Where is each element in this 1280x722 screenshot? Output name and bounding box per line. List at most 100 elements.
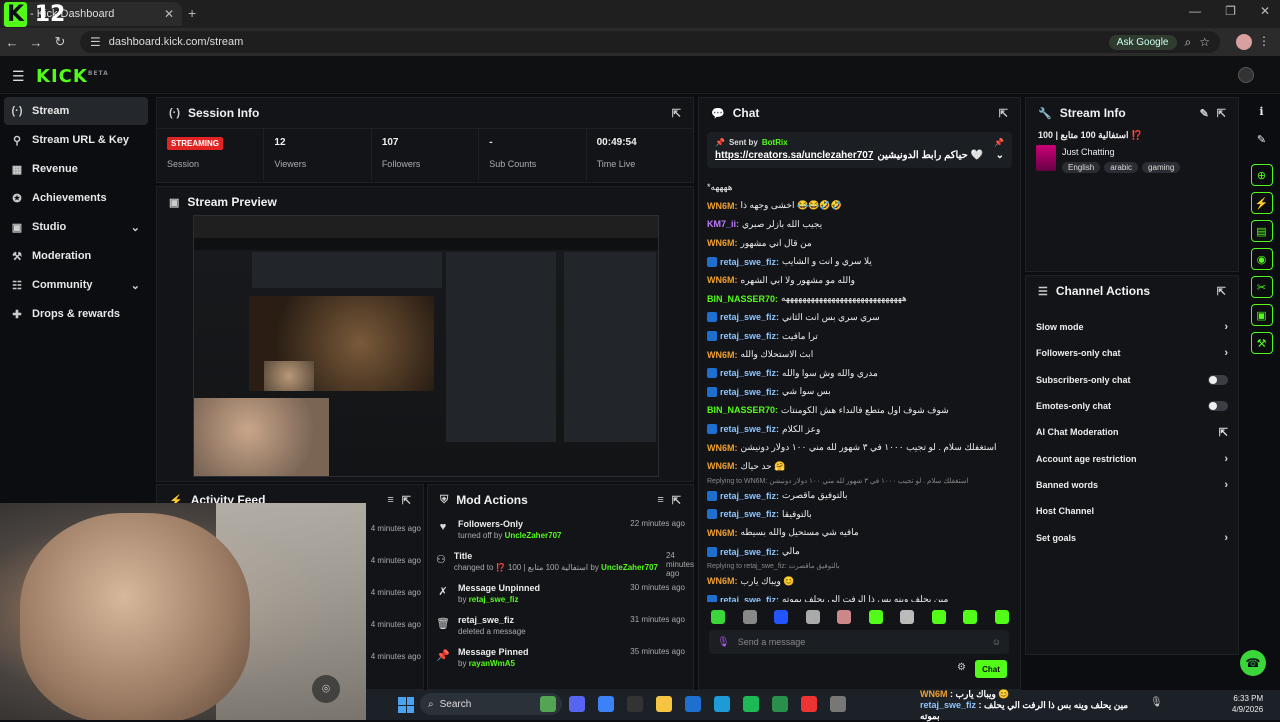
username-link[interactable]: UncleZaher707 (505, 531, 562, 540)
emote-icon[interactable] (931, 610, 946, 624)
sidebar-item-drops-rewards[interactable]: ✚ Drops & rewards (4, 300, 148, 328)
chevron-down-icon[interactable]: ⌄ (131, 279, 140, 292)
new-tab-icon[interactable]: + (188, 5, 196, 21)
filter-icon[interactable]: ≡ (657, 494, 663, 506)
browser-profile-avatar[interactable] (1236, 34, 1252, 50)
channel-action-ai-chat-moderation[interactable]: AI Chat Moderation ⇱ (1026, 419, 1238, 445)
chevron-right-icon[interactable]: › (1224, 479, 1228, 491)
site-info-icon[interactable]: ☰ (90, 35, 101, 49)
chevron-down-icon[interactable]: ⌄ (996, 150, 1004, 161)
screenshot-camera-icon[interactable]: ⌾ (312, 675, 340, 703)
chat-username[interactable]: retaj_swe_fiz: (720, 312, 779, 322)
channel-action-account-age-restriction[interactable]: Account age restriction › (1026, 445, 1238, 471)
emote-icon[interactable] (774, 610, 789, 624)
maximize-icon[interactable]: ❐ (1225, 4, 1236, 18)
chevron-right-icon[interactable]: › (1224, 321, 1228, 333)
taskbar-app-icon[interactable] (685, 696, 701, 712)
popout-icon[interactable]: ⇱ (672, 107, 681, 120)
chat-username[interactable]: retaj_swe_fiz: (720, 595, 779, 602)
chat-username[interactable]: retaj_swe_fiz: (720, 547, 779, 557)
system-clock[interactable]: 6:33 PM 4/9/2026 (1232, 693, 1263, 715)
username-link[interactable]: rayanWmA5 (469, 659, 515, 668)
reload-icon[interactable]: ↻ (48, 34, 72, 50)
chat-username[interactable]: retaj_swe_fiz: (720, 257, 779, 267)
chat-username[interactable]: retaj_swe_fiz: (720, 368, 779, 378)
emote-icon[interactable] (711, 610, 725, 624)
emote-icon[interactable] (963, 610, 978, 624)
popout-icon[interactable]: ⇱ (402, 494, 411, 507)
popout-icon[interactable]: ⇱ (999, 107, 1008, 120)
url-field[interactable]: ☰ dashboard.kick.com/stream Ask Google ⌕… (80, 31, 1220, 53)
browser-menu-icon[interactable]: ⋮ (1258, 34, 1270, 48)
channel-action-slow-mode[interactable]: Slow mode › (1026, 314, 1238, 340)
forward-icon[interactable]: → (24, 35, 48, 50)
chat-message[interactable]: *ههههه (707, 178, 1013, 197)
emote-icon[interactable] (742, 610, 757, 624)
poll-icon[interactable]: ◉ (1250, 248, 1273, 270)
username-link[interactable]: UncleZaher707 (601, 563, 658, 572)
close-tab-icon[interactable]: ✕ (164, 7, 174, 21)
sidebar-item-achievements[interactable]: ✪ Achievements (4, 184, 148, 212)
ask-google-button[interactable]: Ask Google (1108, 34, 1177, 50)
raid-icon[interactable]: ⊕ (1250, 164, 1273, 186)
pinned-username[interactable]: BotRix (762, 138, 788, 147)
chat-username[interactable]: retaj_swe_fiz: (720, 491, 779, 501)
minimize-icon[interactable]: — (1189, 4, 1201, 18)
emote-icon[interactable] (868, 610, 883, 624)
microphone-icon[interactable]: 🎙 (717, 637, 730, 648)
external-link-icon[interactable]: ⇱ (1219, 426, 1228, 439)
emote-icon[interactable] (837, 610, 852, 624)
stream-preview-video[interactable] (193, 215, 659, 477)
taskbar-app-icon[interactable] (743, 696, 759, 712)
send-chat-button[interactable]: Chat (975, 660, 1007, 678)
sidebar-item-revenue[interactable]: ▦ Revenue (4, 155, 148, 183)
emote-icon[interactable] (900, 610, 915, 624)
taskbar-app-icon[interactable] (772, 696, 788, 712)
taskbar-app-icon[interactable] (598, 696, 614, 712)
toggle-switch[interactable] (1208, 401, 1228, 412)
channel-action-followers-only-chat[interactable]: Followers-only chat › (1026, 340, 1238, 366)
toggle-switch[interactable] (1208, 374, 1228, 385)
taskbar-app-icon[interactable] (714, 696, 730, 712)
chat-username[interactable]: KM7_ii: (707, 219, 739, 229)
chat-message[interactable]: BIN_NASSER70: شوف شوف اول متطع فالنداء هش… (707, 401, 1013, 420)
channel-action-emotes-only-chat[interactable]: Emotes-only chat (1026, 393, 1238, 419)
chat-username[interactable]: retaj_swe_fiz: (720, 509, 779, 519)
chat-message[interactable]: retaj_swe_fiz: ترا مافيت (707, 327, 1013, 346)
chat-message[interactable]: retaj_swe_fiz: مدري والله وش سوا والله (707, 364, 1013, 383)
taskbar-app-icon[interactable] (627, 696, 643, 712)
channel-action-banned-words[interactable]: Banned words › (1026, 472, 1238, 498)
bookmark-star-icon[interactable]: ☆ (1199, 35, 1210, 49)
channel-action-subscribers-only-chat[interactable]: Subscribers-only chat (1026, 367, 1238, 393)
chat-username[interactable]: WN6M: (707, 201, 738, 211)
emote-icon[interactable] (805, 610, 820, 624)
zoom-icon[interactable]: ⌕ (1185, 35, 1192, 50)
chat-message[interactable]: WN6M: والله مو مشهور ولا ابي الشهره (707, 271, 1013, 290)
channel-action-host-channel[interactable]: Host Channel (1026, 498, 1238, 524)
chat-username[interactable]: WN6M: (707, 461, 738, 471)
media-icon[interactable]: ▣ (1250, 304, 1273, 326)
chat-message[interactable]: retaj_swe_fiz: بالتوفيق ماقصرت (707, 487, 1013, 506)
hamburger-menu-icon[interactable]: ☰ (12, 68, 25, 85)
sidebar-item-studio[interactable]: ▣ Studio ⌄ (4, 213, 148, 241)
emoji-icon[interactable]: ☺ (992, 637, 1001, 647)
list-icon[interactable]: ▤ (1250, 220, 1273, 242)
floating-chat-button[interactable]: ☎ (1240, 650, 1266, 676)
chat-reply-context[interactable]: Replying to WN6M: استغفلك سلام . لو تجيب… (707, 476, 1013, 487)
info-icon[interactable]: ℹ (1251, 100, 1273, 122)
back-icon[interactable]: ← (0, 35, 24, 50)
chat-message[interactable]: BIN_NASSER70: ههههههههههههههههههههههههههه… (707, 290, 1013, 309)
emote-icon[interactable] (994, 610, 1009, 624)
chat-username[interactable]: WN6M: (707, 238, 738, 248)
pinned-link[interactable]: https://creators.sa/unclezaher707 (715, 150, 873, 161)
filter-icon[interactable]: ≡ (387, 494, 393, 506)
taskbar-app-icon[interactable] (830, 696, 846, 712)
chat-message[interactable]: WN6M: ويباك يارب 😊 (707, 572, 1013, 591)
bolt-icon[interactable]: ⚡ (1250, 192, 1273, 214)
pencil-icon[interactable]: ✎ (1251, 128, 1273, 150)
gear-icon[interactable]: ⚙ (957, 662, 966, 673)
chevron-right-icon[interactable]: › (1224, 453, 1228, 465)
chat-message-list[interactable]: *ههههه WN6M: اخشى وجهه ذا 😂😂🤣🤣 KM7_ii: يجيب … (707, 178, 1013, 602)
chat-message[interactable]: WN6M: استغفلك سلام . لو تجيب ١٠٠٠ في ٣ شه… (707, 438, 1013, 457)
chat-message[interactable]: retaj_swe_fiz: مالي (707, 542, 1013, 561)
